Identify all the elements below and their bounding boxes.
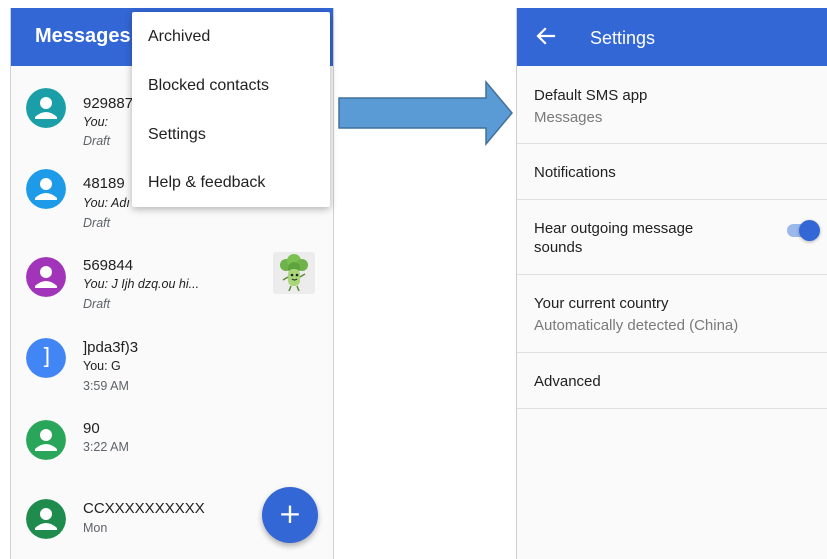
right-arrow-icon bbox=[338, 80, 513, 146]
pref-subtitle: Messages bbox=[534, 109, 603, 126]
pref-default-sms-app[interactable]: Default SMS app Messages bbox=[517, 66, 827, 144]
contact-avatar-icon bbox=[26, 257, 66, 297]
menu-item-blocked-contacts[interactable]: Blocked contacts bbox=[148, 77, 269, 95]
conversation-status: Draft bbox=[83, 134, 111, 148]
outgoing-sounds-toggle[interactable] bbox=[785, 219, 821, 241]
pref-current-country[interactable]: Your current country Automatically detec… bbox=[517, 275, 827, 353]
conversation-name: 569844 bbox=[83, 257, 134, 274]
conversation-snippet: You: J Ijh dzq.ou hi... bbox=[83, 277, 200, 291]
pref-title: Default SMS app bbox=[534, 87, 648, 104]
conversation-timestamp: 3:22 AM bbox=[83, 440, 129, 454]
broccoli-sticker-icon bbox=[280, 254, 308, 292]
conversation-item-90[interactable]: 90 3:22 AM bbox=[11, 407, 333, 485]
conversation-snippet: You: bbox=[83, 115, 109, 129]
conversation-name: 48189 bbox=[83, 175, 125, 192]
sticker-thumbnail bbox=[273, 252, 315, 294]
menu-item-archived[interactable]: Archived bbox=[148, 28, 210, 46]
pref-title-line-2: sounds bbox=[534, 239, 583, 256]
conversation-snippet: You: G bbox=[83, 359, 121, 373]
conversation-snippet: You: Adı bbox=[83, 196, 130, 210]
toggle-thumb bbox=[799, 220, 820, 241]
overflow-menu: Archived Blocked contacts Settings Help … bbox=[132, 12, 330, 207]
messages-title: Messages bbox=[35, 25, 131, 47]
pref-title-line-1: Hear outgoing message bbox=[534, 220, 694, 237]
menu-item-settings[interactable]: Settings bbox=[148, 126, 206, 144]
conversation-status: Draft bbox=[83, 297, 111, 311]
conversation-item-pda3f3[interactable]: ] ]pda3f)3 You: G 3:59 AM bbox=[11, 324, 333, 402]
contact-avatar-icon bbox=[26, 420, 66, 460]
contact-avatar-icon bbox=[26, 88, 66, 128]
contact-avatar-icon bbox=[26, 169, 66, 209]
conversation-timestamp: 3:59 AM bbox=[83, 379, 129, 393]
settings-title: Settings bbox=[590, 28, 656, 48]
pref-notifications[interactable]: Notifications bbox=[517, 144, 827, 200]
conversation-status: Draft bbox=[83, 216, 111, 230]
pref-hear-outgoing-sounds[interactable]: Hear outgoing message sounds bbox=[517, 200, 827, 275]
pref-title: Advanced bbox=[534, 373, 601, 390]
contact-avatar-icon: ] bbox=[26, 338, 66, 378]
new-conversation-button[interactable]: + bbox=[262, 487, 318, 543]
pref-title: Notifications bbox=[534, 164, 616, 181]
pref-title: Your current country bbox=[534, 295, 669, 312]
contact-avatar-icon bbox=[26, 499, 66, 539]
avatar-initial: ] bbox=[41, 345, 51, 370]
conversation-name: CCXXXXXXXXXX bbox=[83, 500, 205, 517]
menu-item-help-feedback[interactable]: Help & feedback bbox=[148, 174, 265, 192]
conversation-timestamp: Mon bbox=[83, 521, 108, 535]
conversation-name: ]pda3f)3 bbox=[83, 339, 139, 356]
back-arrow-icon[interactable] bbox=[535, 25, 557, 47]
conversation-item-569844[interactable]: 569844 You: J Ijh dzq.ou hi... Draft bbox=[11, 240, 333, 318]
pref-advanced[interactable]: Advanced bbox=[517, 353, 827, 409]
conversation-name: 90 bbox=[83, 420, 100, 437]
conversation-name: 929887 bbox=[83, 95, 134, 112]
pref-subtitle: Automatically detected (China) bbox=[534, 317, 739, 334]
settings-app-bar: Settings bbox=[517, 8, 827, 66]
settings-screen: Settings Default SMS app Messages Notifi… bbox=[516, 8, 827, 559]
